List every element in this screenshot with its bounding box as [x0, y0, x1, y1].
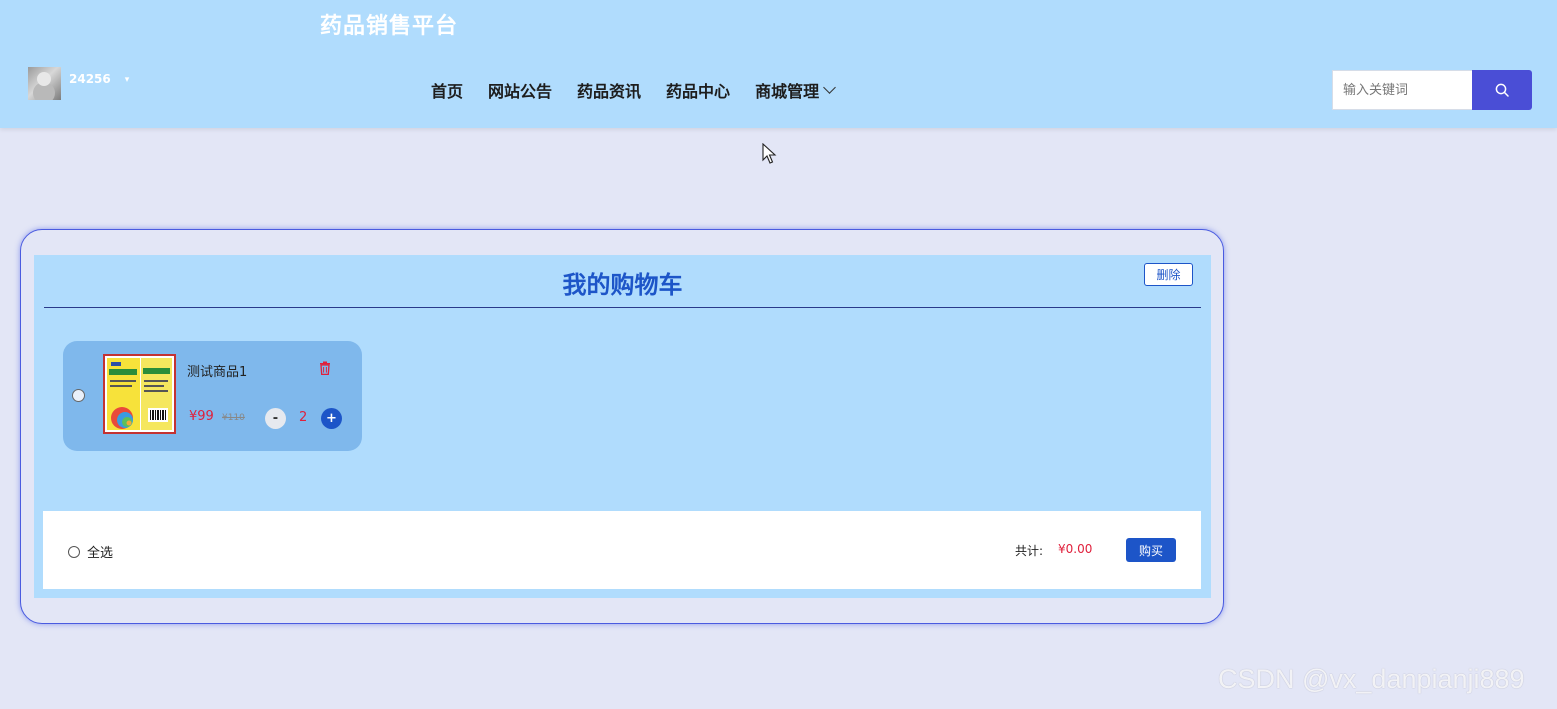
chevron-down-icon[interactable]: ▾ — [125, 75, 130, 85]
cart-content: 我的购物车 删除 测试商品1 ¥99 ¥110 - 2 + 全选 共计: ¥0.… — [34, 255, 1211, 598]
watermark: CSDN @vx_danpianji889 — [1218, 664, 1525, 694]
product-name: 测试商品1 — [187, 365, 248, 380]
site-title: 药品销售平台 — [320, 14, 459, 39]
nav-item-home[interactable]: 首页 — [431, 78, 463, 102]
search-button[interactable] — [1472, 70, 1532, 110]
trash-icon[interactable] — [319, 361, 331, 375]
search-input[interactable] — [1332, 70, 1472, 110]
select-all-radio[interactable] — [68, 545, 80, 558]
user-menu[interactable]: 24256 ▾ — [28, 66, 129, 100]
product-box-icon — [105, 356, 174, 432]
buy-button[interactable]: 购买 — [1126, 538, 1176, 562]
top-header: 药品销售平台 24256 ▾ 首页 网站公告 药品资讯 药品中心 商城管理 — [0, 0, 1557, 128]
cart-footer: 全选 共计: ¥0.00 购买 — [43, 511, 1201, 589]
delete-button[interactable]: 删除 — [1144, 263, 1193, 286]
quantity-value: 2 — [299, 410, 308, 425]
chevron-down-icon — [823, 81, 836, 94]
nav-item-drug-center[interactable]: 药品中心 — [666, 78, 730, 102]
nav-item-announcements[interactable]: 网站公告 — [488, 78, 552, 102]
quantity-increase-button[interactable]: + — [321, 408, 342, 429]
select-all-toggle[interactable]: 全选 — [68, 542, 113, 561]
avatar[interactable] — [28, 66, 61, 100]
title-divider — [44, 307, 1201, 308]
nav-item-mall-management[interactable]: 商城管理 — [755, 78, 836, 102]
search-box — [1332, 70, 1532, 110]
nav-item-drug-news[interactable]: 药品资讯 — [577, 78, 641, 102]
search-icon — [1495, 83, 1509, 97]
select-all-label: 全选 — [87, 546, 114, 561]
main-nav: 首页 网站公告 药品资讯 药品中心 商城管理 — [431, 78, 859, 102]
username: 24256 — [69, 72, 111, 86]
item-select-radio[interactable] — [72, 389, 85, 402]
cart-title: 我的购物车 — [562, 271, 683, 299]
product-original-price: ¥110 — [222, 413, 245, 423]
total-value: ¥0.00 — [1058, 542, 1093, 556]
quantity-decrease-button[interactable]: - — [265, 408, 286, 429]
cart-panel: 我的购物车 删除 测试商品1 ¥99 ¥110 - 2 + 全选 共计: ¥0.… — [20, 229, 1224, 624]
total-label: 共计: — [1015, 544, 1044, 558]
product-price: ¥99 — [189, 409, 214, 424]
mouse-cursor-icon — [762, 143, 777, 164]
nav-item-label: 商城管理 — [755, 82, 820, 101]
product-image[interactable] — [103, 354, 176, 434]
cart-item: 测试商品1 ¥99 ¥110 - 2 + — [63, 341, 362, 451]
